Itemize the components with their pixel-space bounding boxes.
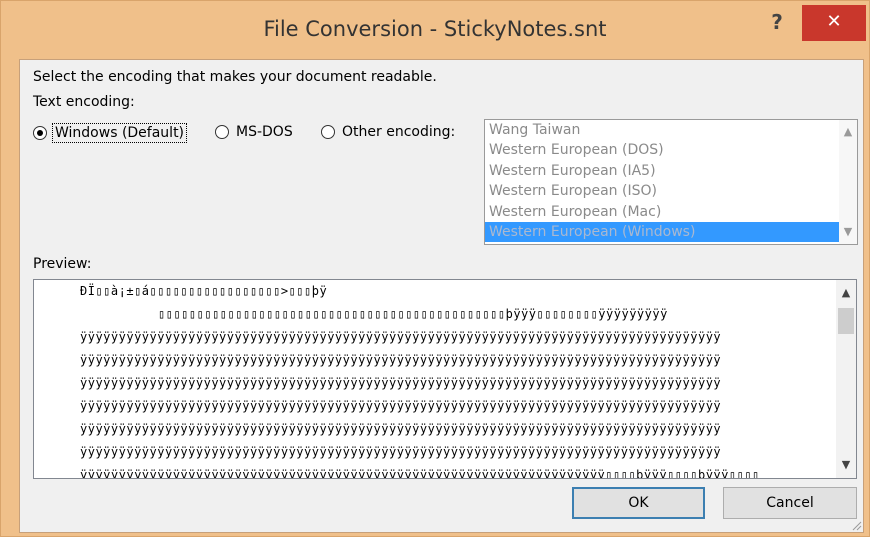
preview-line: ÐÏ▯▯à¡±▯á▯▯▯▯▯▯▯▯▯▯▯▯▯▯▯▯▯>▯▯▯þÿ: [80, 284, 328, 298]
preview-label: Preview:: [33, 256, 92, 272]
resize-grip-icon[interactable]: [852, 521, 862, 531]
encoding-list-item[interactable]: Wang Taiwan: [485, 120, 857, 140]
title-bar[interactable]: File Conversion - StickyNotes.snt ? ✕: [1, 1, 869, 61]
radio-label: Other encoding:: [342, 124, 456, 140]
radio-selected-dot: [37, 130, 43, 136]
preview-line: ÿÿÿÿÿÿÿÿÿÿÿÿÿÿÿÿÿÿÿÿÿÿÿÿÿÿÿÿÿÿÿÿÿÿÿÿÿÿÿÿ…: [80, 422, 722, 436]
instructions-text: Select the encoding that makes your docu…: [33, 69, 437, 85]
close-icon: ✕: [826, 11, 842, 32]
preview-line: ÿÿÿÿÿÿÿÿÿÿÿÿÿÿÿÿÿÿÿÿÿÿÿÿÿÿÿÿÿÿÿÿÿÿÿÿÿÿÿÿ…: [80, 353, 722, 367]
radio-windows-default[interactable]: Windows (Default): [33, 123, 188, 143]
text-encoding-label: Text encoding:: [33, 94, 135, 110]
encoding-list-item-selected[interactable]: Western European (Windows): [485, 221, 839, 243]
cancel-button[interactable]: Cancel: [723, 487, 857, 519]
scroll-up-icon[interactable]: ▲: [839, 123, 857, 141]
radio-label: MS-DOS: [236, 124, 293, 140]
preview-pane[interactable]: ÐÏ▯▯à¡±▯á▯▯▯▯▯▯▯▯▯▯▯▯▯▯▯▯▯>▯▯▯þÿ ▯▯▯▯▯▯▯…: [33, 279, 857, 479]
radio-circle: [33, 126, 47, 140]
preview-scrollbar[interactable]: ▲ ▼: [836, 280, 856, 478]
close-button[interactable]: ✕: [802, 5, 866, 41]
preview-line: ÿÿÿÿÿÿÿÿÿÿÿÿÿÿÿÿÿÿÿÿÿÿÿÿÿÿÿÿÿÿÿÿÿÿÿÿÿÿÿÿ…: [80, 330, 722, 344]
encoding-list-item[interactable]: Western European (ISO): [485, 181, 857, 201]
encoding-listbox[interactable]: Wang Taiwan Western European (DOS) Weste…: [484, 119, 858, 245]
radio-other-encoding[interactable]: Other encoding:: [321, 123, 457, 141]
ok-button[interactable]: OK: [572, 487, 705, 519]
preview-scroll-thumb[interactable]: [838, 308, 854, 334]
window-title: File Conversion - StickyNotes.snt: [263, 17, 607, 41]
preview-line: ▯▯▯▯▯▯▯▯▯▯▯▯▯▯▯▯▯▯▯▯▯▯▯▯▯▯▯▯▯▯▯▯▯▯▯▯▯▯▯▯…: [158, 307, 668, 321]
preview-line: ÿÿÿÿÿÿÿÿÿÿÿÿÿÿÿÿÿÿÿÿÿÿÿÿÿÿÿÿÿÿÿÿÿÿÿÿÿÿÿÿ…: [80, 468, 760, 479]
preview-line: ÿÿÿÿÿÿÿÿÿÿÿÿÿÿÿÿÿÿÿÿÿÿÿÿÿÿÿÿÿÿÿÿÿÿÿÿÿÿÿÿ…: [80, 445, 722, 459]
file-conversion-dialog: File Conversion - StickyNotes.snt ? ✕ Se…: [0, 0, 870, 537]
dialog-body: Select the encoding that makes your docu…: [19, 59, 864, 533]
radio-label: Windows (Default): [52, 123, 188, 143]
encoding-list-scrollbar[interactable]: ▲ ▼: [839, 120, 857, 244]
radio-circle: [321, 125, 335, 139]
encoding-list-item[interactable]: Western European (IA5): [485, 161, 857, 181]
scroll-down-icon[interactable]: ▼: [839, 223, 857, 241]
preview-line: ÿÿÿÿÿÿÿÿÿÿÿÿÿÿÿÿÿÿÿÿÿÿÿÿÿÿÿÿÿÿÿÿÿÿÿÿÿÿÿÿ…: [80, 376, 722, 390]
scroll-up-icon[interactable]: ▲: [837, 284, 855, 302]
radio-ms-dos[interactable]: MS-DOS: [215, 123, 295, 141]
encoding-list-item[interactable]: Western European (DOS): [485, 140, 857, 160]
radio-circle: [215, 125, 229, 139]
preview-line: ÿÿÿÿÿÿÿÿÿÿÿÿÿÿÿÿÿÿÿÿÿÿÿÿÿÿÿÿÿÿÿÿÿÿÿÿÿÿÿÿ…: [80, 399, 722, 413]
encoding-list-item[interactable]: Western European (Mac): [485, 202, 857, 222]
scroll-down-icon[interactable]: ▼: [837, 456, 855, 474]
help-button[interactable]: ?: [757, 5, 797, 41]
